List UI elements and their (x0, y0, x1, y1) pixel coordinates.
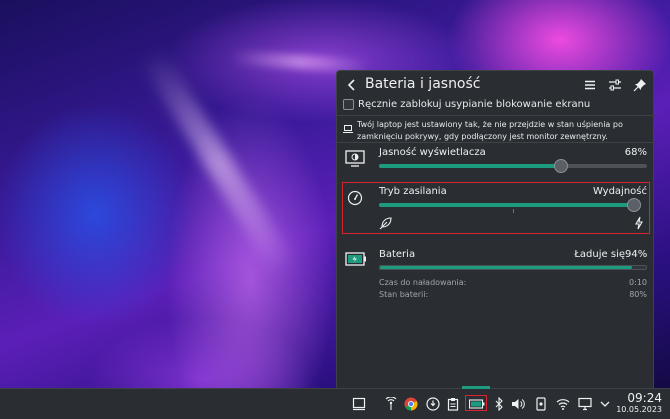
popup-title: Bateria i jasność (365, 76, 481, 92)
monitor-brightness-icon (345, 150, 365, 167)
battery-brightness-popup: Bateria i jasność Ręcznie zablokuj usypi… (336, 70, 655, 388)
network-monitor-icon[interactable] (384, 397, 398, 411)
power-mode-slider-fill (379, 203, 641, 207)
power-mode-slider[interactable] (379, 203, 641, 207)
battery-percent: 94% (625, 249, 648, 260)
brightness-slider[interactable] (379, 164, 647, 168)
menu-icon[interactable] (583, 78, 597, 92)
popup-header: Bateria i jasność (337, 71, 655, 99)
battery-charging-icon (345, 252, 366, 266)
charge-time-label: Czas do naładowania: (379, 278, 467, 287)
back-icon[interactable] (345, 78, 359, 92)
speedometer-icon (347, 190, 363, 206)
clipboard-icon[interactable] (446, 397, 460, 411)
volume-icon[interactable] (511, 397, 525, 411)
battery-status: Ładuje się (574, 249, 625, 260)
brightness-value: 68% (624, 147, 647, 158)
wifi-icon[interactable] (556, 397, 570, 411)
performance-bolt-icon (635, 216, 643, 230)
lid-info-text: Twój laptop jest ustawiony tak, że nie p… (357, 120, 623, 141)
chrome-icon[interactable] (404, 397, 418, 411)
power-mode-label: Tryb zasilania (379, 186, 447, 197)
power-mode-value: Wydajność (592, 186, 647, 197)
brightness-label: Jasność wyświetlacza (379, 147, 486, 158)
taskbar (0, 388, 670, 419)
brightness-slider-fill (379, 164, 562, 168)
charge-time-value: 0:10 (629, 278, 647, 287)
inhibit-sleep-label: Ręcznie zablokuj usypianie blokowanie ek… (358, 98, 591, 110)
inhibit-sleep-row[interactable]: Ręcznie zablokuj usypianie blokowanie ek… (343, 97, 590, 111)
battery-active-indicator (462, 386, 490, 389)
battery-level-bar (379, 265, 647, 270)
battery-health-value: 80% (629, 290, 647, 299)
brightness-slider-handle[interactable] (554, 159, 569, 173)
inhibit-sleep-checkbox[interactable] (343, 98, 354, 110)
power-mode-tick (513, 209, 514, 213)
battery-level-fill (380, 266, 632, 269)
clock-date[interactable]: 10.05.2023 (612, 405, 662, 414)
power-save-leaf-icon (379, 217, 392, 230)
updates-icon[interactable] (426, 397, 440, 411)
power-mode-slider-handle[interactable] (627, 198, 641, 212)
configure-icon[interactable] (608, 78, 622, 92)
battery-tray-highlight (465, 395, 487, 411)
expand-tray-icon[interactable] (598, 397, 612, 411)
battery-label: Bateria (379, 249, 416, 260)
laptop-icon (343, 125, 353, 133)
pin-icon[interactable] (633, 78, 647, 92)
device-icon[interactable] (534, 397, 548, 411)
display-icon[interactable] (578, 397, 592, 411)
lid-info-message: Twój laptop jest ustawiony tak, że nie p… (337, 115, 655, 143)
bluetooth-icon[interactable] (492, 397, 506, 411)
battery-health-label: Stan baterii: (379, 290, 429, 299)
wallpaper-streak (138, 46, 299, 281)
clock-time[interactable]: 09:24 (622, 391, 662, 405)
show-desktop-icon[interactable] (352, 397, 366, 411)
